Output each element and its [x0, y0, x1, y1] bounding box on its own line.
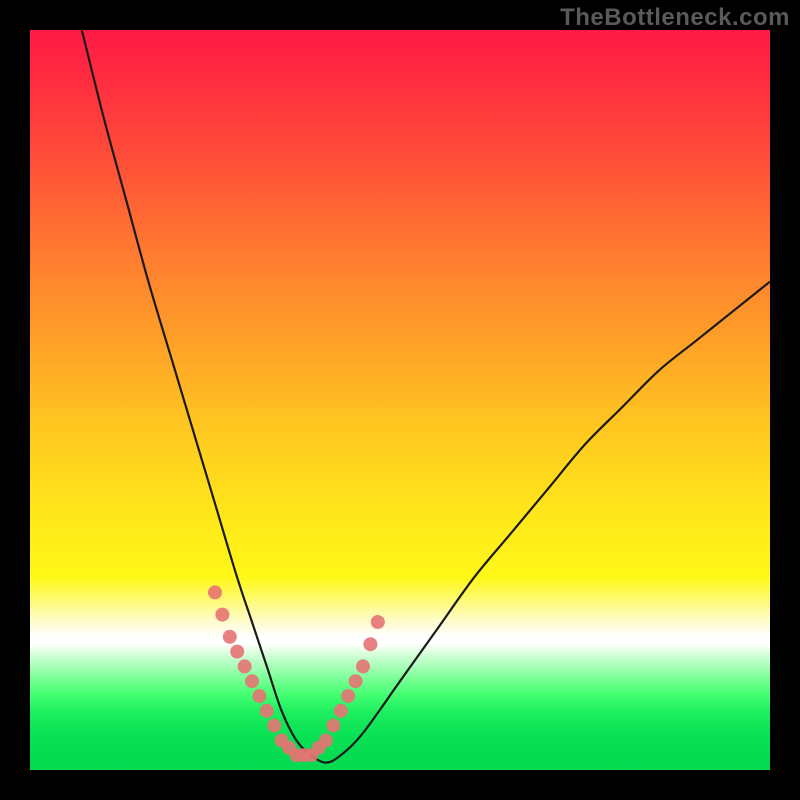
watermark-text: TheBottleneck.com	[560, 4, 790, 32]
marker-dot	[356, 659, 370, 673]
marker-dot	[267, 719, 281, 733]
chart-frame: TheBottleneck.com	[0, 0, 800, 800]
marker-dot	[223, 630, 237, 644]
bottleneck-curve	[82, 30, 770, 763]
marker-dot	[215, 608, 229, 622]
marker-dot	[363, 637, 377, 651]
marker-dot	[208, 585, 222, 599]
marker-dot	[245, 674, 259, 688]
marker-dot	[252, 689, 266, 703]
marker-dot	[238, 659, 252, 673]
marker-dot	[319, 733, 333, 747]
marker-dot	[230, 645, 244, 659]
marker-dots-group	[208, 585, 385, 762]
marker-dot	[260, 704, 274, 718]
marker-dot	[334, 704, 348, 718]
bottleneck-curve-path	[82, 30, 770, 763]
marker-dot	[326, 719, 340, 733]
marker-dot	[371, 615, 385, 629]
plot-area	[30, 30, 770, 770]
marker-dot	[349, 674, 363, 688]
marker-dot	[341, 689, 355, 703]
curve-svg-layer	[30, 30, 770, 770]
